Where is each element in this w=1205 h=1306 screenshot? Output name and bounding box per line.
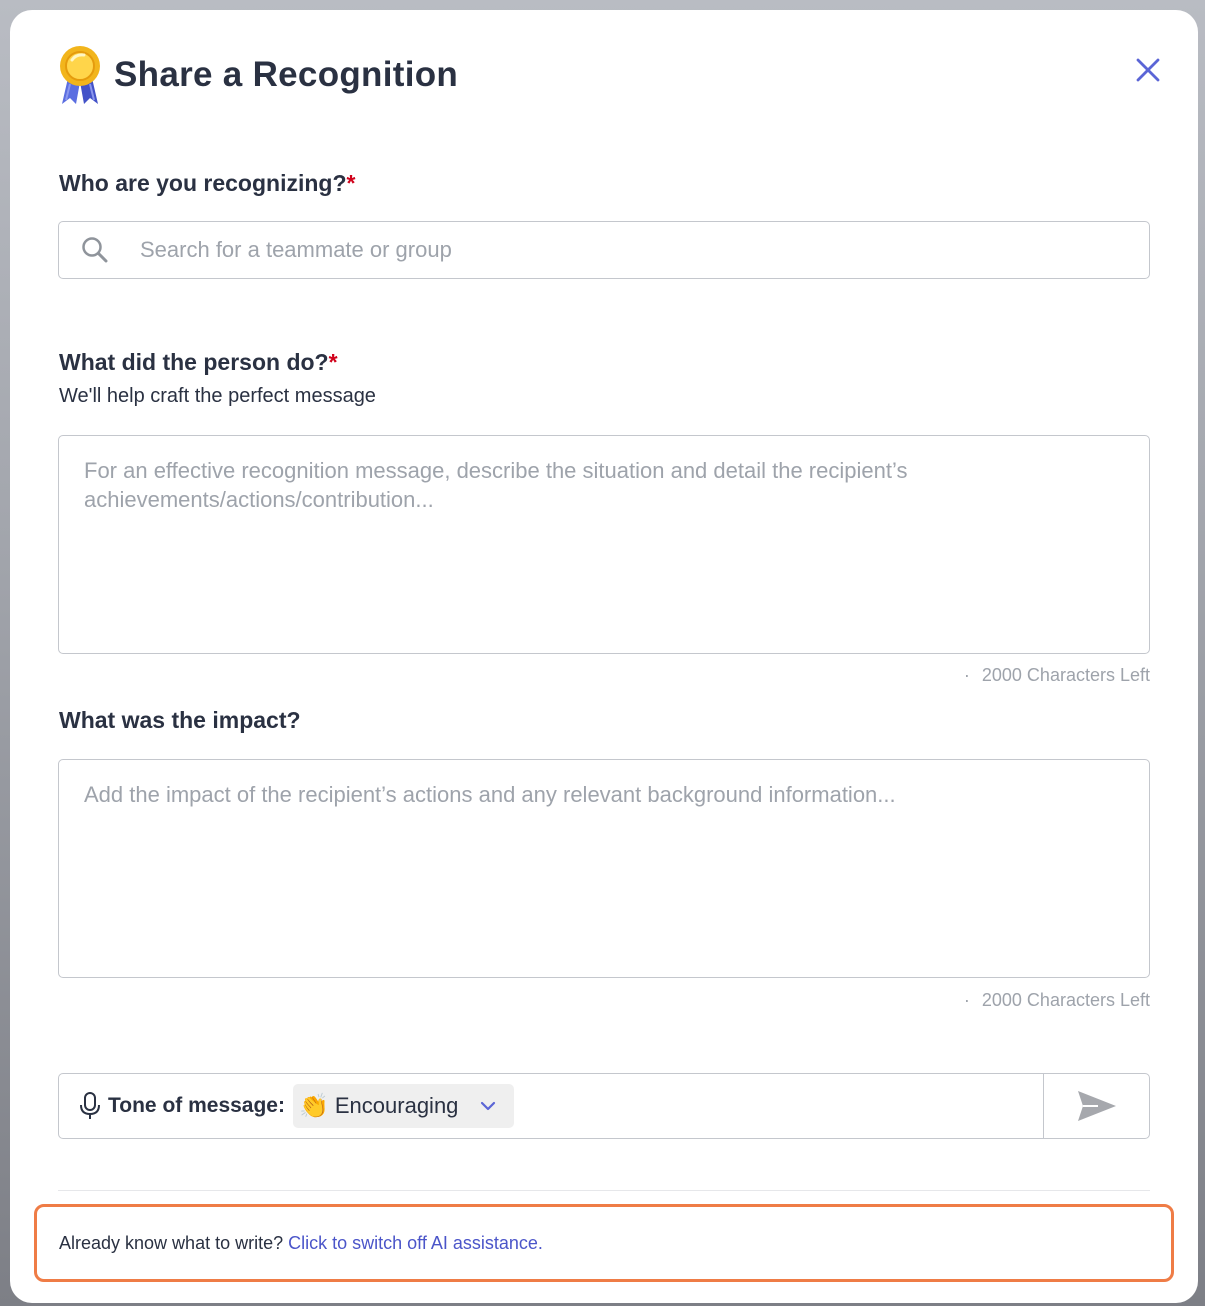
action-label: What did the person do?* bbox=[59, 349, 338, 376]
recipient-label-text: Who are you recognizing? bbox=[59, 170, 347, 196]
counter-dot: · bbox=[963, 665, 970, 685]
ai-assistance-footer: Already know what to write? Click to swi… bbox=[34, 1204, 1174, 1282]
action-textarea[interactable] bbox=[58, 435, 1150, 654]
required-asterisk: * bbox=[346, 170, 356, 196]
action-label-text: What did the person do? bbox=[59, 349, 329, 375]
microphone-icon bbox=[80, 1092, 100, 1119]
medal-icon bbox=[60, 46, 100, 104]
footer-divider bbox=[58, 1190, 1150, 1191]
search-icon bbox=[82, 237, 108, 263]
recipient-search-field[interactable] bbox=[58, 221, 1150, 279]
required-asterisk: * bbox=[328, 349, 338, 375]
tone-label: Tone of message: bbox=[108, 1094, 285, 1117]
action-counter-text: 2000 Characters Left bbox=[981, 665, 1150, 685]
send-icon bbox=[1077, 1091, 1116, 1121]
footer-text: Already know what to write? bbox=[59, 1232, 284, 1253]
chevron-down-icon bbox=[481, 1101, 496, 1111]
counter-dot: · bbox=[963, 990, 970, 1010]
modal-header: Share a Recognition bbox=[56, 40, 458, 110]
action-character-counter: · 2000 Characters Left bbox=[964, 665, 1150, 686]
switch-off-ai-link[interactable]: Click to switch off AI assistance. bbox=[288, 1233, 543, 1254]
tone-selected-value: Encouraging bbox=[334, 1093, 459, 1118]
send-button[interactable] bbox=[1043, 1074, 1149, 1138]
clapping-hands-icon: 👏 bbox=[298, 1092, 329, 1120]
close-icon bbox=[1136, 58, 1160, 82]
tone-dropdown[interactable]: 👏 Encouraging bbox=[292, 1084, 515, 1128]
close-button[interactable] bbox=[1132, 54, 1164, 86]
modal-title: Share a Recognition bbox=[114, 55, 459, 94]
recipient-label: Who are you recognizing?* bbox=[59, 170, 355, 197]
tone-bar: Tone of message: 👏 Encouraging bbox=[58, 1073, 1150, 1139]
impact-label-text: What was the impact? bbox=[59, 707, 301, 733]
impact-textarea[interactable] bbox=[58, 759, 1150, 978]
impact-label: What was the impact? bbox=[59, 707, 301, 734]
recognition-modal: Share a Recognition Who are you recogniz… bbox=[10, 10, 1198, 1303]
recipient-search-input[interactable] bbox=[140, 237, 1090, 263]
action-helper-text: We'll help craft the perfect message bbox=[59, 385, 376, 407]
impact-character-counter: · 2000 Characters Left bbox=[964, 990, 1150, 1011]
impact-counter-text: 2000 Characters Left bbox=[981, 990, 1150, 1010]
